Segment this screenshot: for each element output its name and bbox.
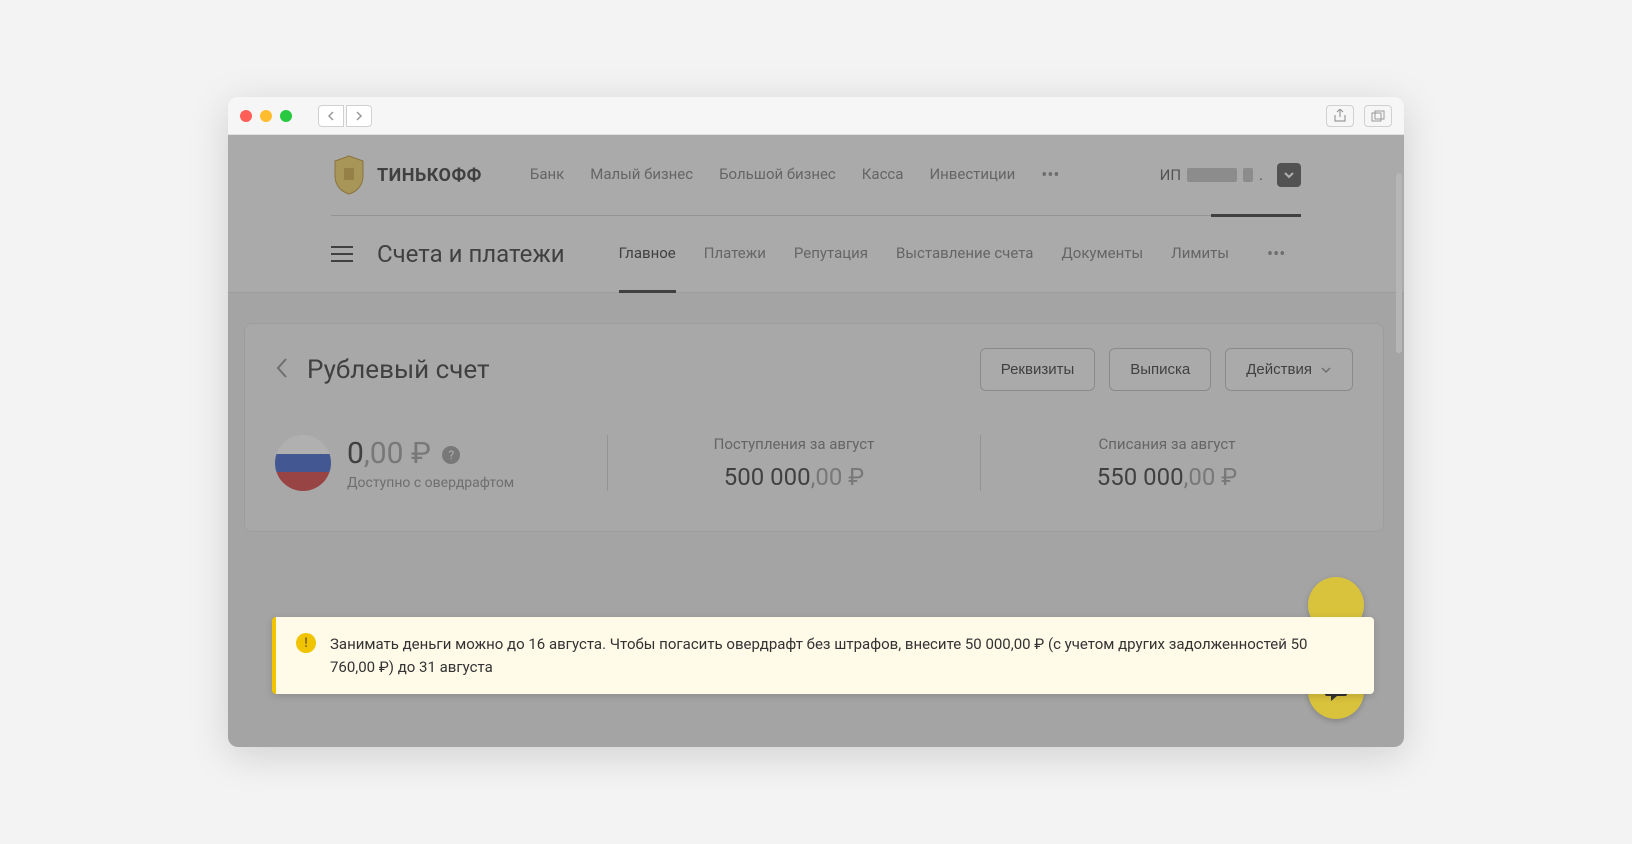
- balance-subtitle: Доступно с овердрафтом: [347, 475, 514, 491]
- actions-label: Действия: [1246, 361, 1312, 378]
- incoming-label: Поступления за август: [628, 435, 960, 453]
- share-icon[interactable]: [1326, 105, 1354, 127]
- subnav-more-icon[interactable]: •••: [1267, 244, 1285, 265]
- logo-text: ТИНЬКОФФ: [377, 165, 482, 186]
- nav-investments[interactable]: Инвестиции: [929, 165, 1015, 186]
- back-button[interactable]: [318, 105, 344, 127]
- tab-main[interactable]: Главное: [619, 244, 676, 265]
- nav-more-icon[interactable]: •••: [1041, 165, 1059, 186]
- back-icon[interactable]: [275, 356, 289, 384]
- nav-buttons: [318, 105, 372, 127]
- nav-kassa[interactable]: Касса: [862, 165, 904, 186]
- logo-shield-icon: [331, 154, 367, 196]
- card-actions: Реквизиты Выписка Действия: [980, 348, 1353, 391]
- incoming-column: Поступления за август 500 000,00 ₽: [607, 435, 980, 491]
- balance-amount: 0,00 ₽ ?: [347, 436, 514, 471]
- browser-window: ТИНЬКОФФ Банк Малый бизнес Большой бизне…: [228, 97, 1404, 747]
- header-underline: [331, 215, 1301, 216]
- details-button[interactable]: Реквизиты: [980, 348, 1096, 391]
- balance-dec: ,00 ₽: [364, 436, 431, 471]
- forward-button[interactable]: [346, 105, 372, 127]
- user-suffix: .: [1259, 166, 1263, 184]
- nav-small-business[interactable]: Малый бизнес: [590, 165, 693, 186]
- sub-header: Счета и платежи Главное Платежи Репутаци…: [331, 216, 1301, 292]
- balance-int: 0: [347, 436, 364, 471]
- minimize-window-icon[interactable]: [260, 110, 272, 122]
- scrollbar[interactable]: [1396, 173, 1402, 353]
- page-content: ТИНЬКОФФ Банк Малый бизнес Большой бизне…: [228, 135, 1404, 747]
- user-name[interactable]: ИП .: [1160, 166, 1263, 184]
- traffic-lights: [240, 110, 292, 122]
- maximize-window-icon[interactable]: [280, 110, 292, 122]
- balance-column: 0,00 ₽ ? Доступно с овердрафтом: [275, 435, 607, 491]
- tab-reputation[interactable]: Репутация: [794, 244, 868, 265]
- account-card: Рублевый счет Реквизиты Выписка Действия: [244, 323, 1384, 532]
- tabs-icon[interactable]: [1364, 105, 1392, 127]
- outgoing-dec: ,00 ₽: [1184, 463, 1238, 491]
- balance-text: 0,00 ₽ ? Доступно с овердрафтом: [347, 436, 514, 491]
- main-header: ТИНЬКОФФ Банк Малый бизнес Большой бизне…: [331, 135, 1301, 215]
- account-title: Рублевый счет: [307, 355, 490, 385]
- chevron-down-icon: [1320, 366, 1332, 374]
- actions-dropdown[interactable]: Действия: [1225, 348, 1353, 391]
- tab-documents[interactable]: Документы: [1061, 244, 1143, 265]
- logo[interactable]: ТИНЬКОФФ: [331, 154, 482, 196]
- warning-icon: !: [296, 633, 316, 653]
- ruble-flag-icon: [275, 435, 331, 491]
- card-header: Рублевый счет Реквизиты Выписка Действия: [245, 324, 1383, 415]
- menu-icon[interactable]: [331, 246, 353, 262]
- tab-invoice[interactable]: Выставление счета: [896, 244, 1033, 265]
- statement-button[interactable]: Выписка: [1109, 348, 1211, 391]
- alert-text: Занимать деньги можно до 16 августа. Что…: [330, 633, 1354, 678]
- overdraft-alert: ! Занимать деньги можно до 16 августа. Ч…: [272, 617, 1374, 694]
- user-dropdown-icon[interactable]: [1277, 163, 1301, 187]
- top-area: ТИНЬКОФФ Банк Малый бизнес Большой бизне…: [228, 135, 1404, 293]
- help-icon[interactable]: ?: [442, 446, 460, 464]
- user-prefix: ИП: [1160, 166, 1181, 184]
- incoming-value: 500 000,00 ₽: [628, 463, 960, 491]
- section-title: Счета и платежи: [377, 240, 565, 268]
- close-window-icon[interactable]: [240, 110, 252, 122]
- user-area: ИП .: [1160, 163, 1301, 187]
- tab-payments[interactable]: Платежи: [704, 244, 766, 265]
- nav-big-business[interactable]: Большой бизнес: [719, 165, 836, 186]
- incoming-dec: ,00 ₽: [811, 463, 865, 491]
- user-name-redacted: [1187, 168, 1237, 182]
- outgoing-column: Списания за август 550 000,00 ₽: [980, 435, 1353, 491]
- tab-limits[interactable]: Лимиты: [1171, 244, 1229, 265]
- user-initial-redacted: [1243, 168, 1253, 182]
- nav-bank[interactable]: Банк: [530, 165, 564, 186]
- window-titlebar: [228, 97, 1404, 135]
- incoming-int: 500 000: [724, 463, 811, 491]
- main-nav: Банк Малый бизнес Большой бизнес Касса И…: [530, 165, 1060, 186]
- sub-nav: Главное Платежи Репутация Выставление сч…: [619, 244, 1286, 265]
- card-body: 0,00 ₽ ? Доступно с овердрафтом Поступле…: [245, 415, 1383, 531]
- outgoing-value: 550 000,00 ₽: [1001, 463, 1333, 491]
- outgoing-int: 550 000: [1097, 463, 1184, 491]
- window-right-controls: [1326, 105, 1392, 127]
- outgoing-label: Списания за август: [1001, 435, 1333, 453]
